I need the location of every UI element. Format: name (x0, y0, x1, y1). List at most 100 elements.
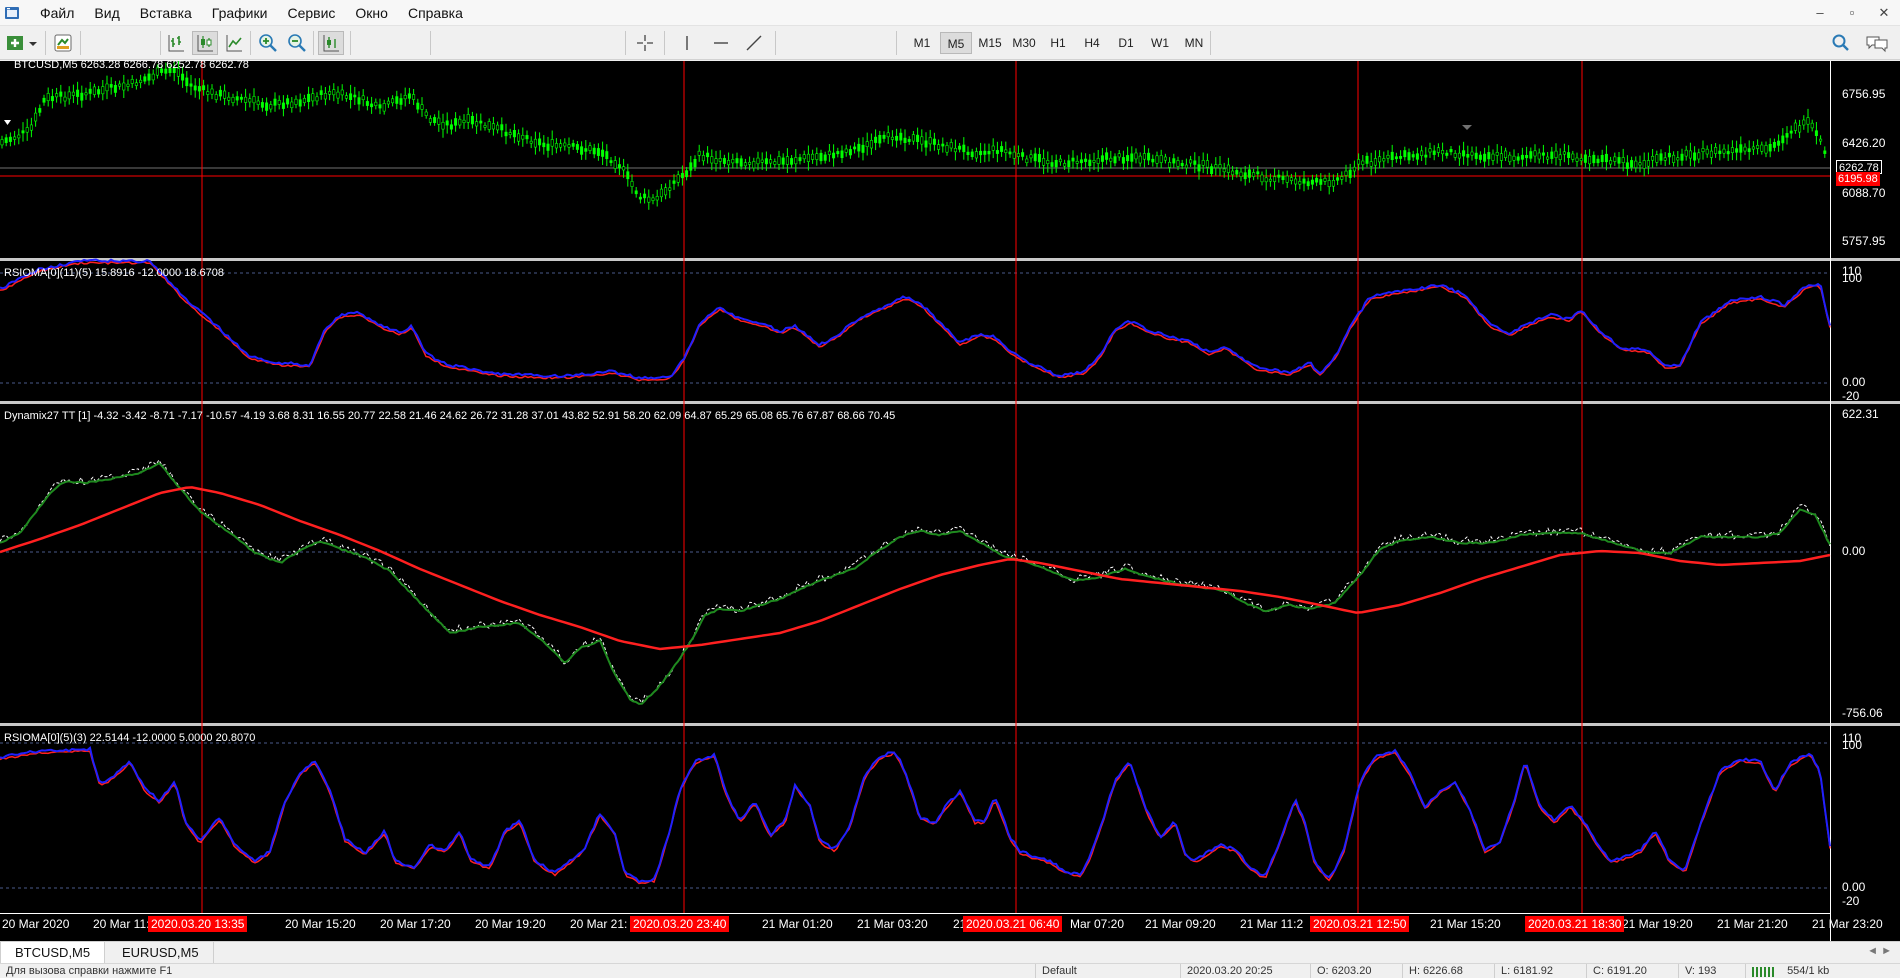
price-candle (899, 132, 903, 141)
tab-scroll-arrows[interactable]: ◄ ► (1867, 945, 1892, 957)
price-candle (386, 100, 390, 105)
price-candle (109, 84, 113, 88)
candlestick-chart-button[interactable] (192, 31, 218, 55)
menu-item[interactable]: Файл (30, 0, 84, 26)
timeframe-button-m5[interactable]: M5 (940, 32, 972, 54)
new-chart-icon (7, 36, 37, 50)
vline-time-marker[interactable]: 2020.03.20 13:35 (148, 916, 248, 932)
vline-time-marker[interactable]: 2020.03.20 23:40 (630, 916, 730, 932)
status-connection[interactable]: 554/1 kb (1745, 964, 1900, 978)
indicator-levels (0, 272, 1830, 889)
panel-separator[interactable] (0, 723, 1900, 726)
menu-item[interactable]: Сервис (277, 0, 345, 26)
price-candle (445, 120, 449, 126)
menu-item[interactable]: Справка (398, 0, 473, 26)
close-button[interactable]: ✕ (1868, 0, 1900, 26)
panel-separator[interactable] (0, 401, 1900, 404)
price-candle (584, 148, 588, 152)
price-candle (235, 96, 239, 101)
chart-tab[interactable]: BTCUSD,M5 (0, 942, 106, 964)
price-candle (743, 162, 747, 167)
price-candle (458, 118, 462, 126)
price-candle (1302, 178, 1306, 184)
price-candle (1428, 148, 1432, 153)
bar-chart-button[interactable] (163, 31, 189, 55)
price-candle (706, 152, 710, 158)
price-candle (815, 153, 819, 160)
zoom-in-button[interactable] (255, 31, 281, 55)
price-candle (781, 157, 785, 165)
price-candle (214, 94, 218, 100)
price-candle (1478, 154, 1482, 160)
price-candle (504, 131, 508, 137)
price-candle (1281, 175, 1285, 180)
panel-menu-icon[interactable] (4, 120, 11, 125)
chart-tab[interactable]: EURUSD,M5 (108, 942, 214, 964)
price-candle (521, 135, 525, 140)
minimize-button[interactable]: – (1804, 0, 1836, 26)
horizontal-line-button[interactable] (708, 31, 734, 55)
price-candle (454, 118, 458, 126)
timeframe-button-h4[interactable]: H4 (1076, 32, 1108, 54)
price-axis-label: 5757.95 (1842, 234, 1886, 248)
shift-marker-icon[interactable] (1462, 125, 1472, 130)
time-axis-label: 21 Mar 11:2 (1240, 917, 1304, 931)
chart-canvas[interactable] (0, 61, 1900, 941)
price-candle (38, 108, 42, 113)
price-candle (1592, 154, 1596, 164)
timeframe-button-h1[interactable]: H1 (1042, 32, 1074, 54)
search-button[interactable] (1828, 31, 1854, 55)
vertical-line-button[interactable] (674, 31, 700, 55)
price-candle (1210, 166, 1214, 174)
chat-button[interactable] (1864, 31, 1890, 55)
price-candle (483, 125, 487, 128)
timeframe-button-mn[interactable]: MN (1178, 32, 1210, 54)
new-chart-button[interactable] (4, 31, 40, 55)
trendline-button[interactable] (741, 31, 767, 55)
horizontal-line-icon (714, 42, 728, 44)
price-candle (294, 98, 298, 105)
price-candle (487, 121, 491, 130)
dynamix-slow-line (0, 486, 1831, 651)
timeframe-button-w1[interactable]: W1 (1144, 32, 1176, 54)
price-candle (760, 159, 764, 163)
zoom-out-button[interactable] (284, 31, 310, 55)
menu-item[interactable]: Окно (345, 0, 398, 26)
price-candle (748, 162, 752, 165)
price-candle (529, 140, 533, 144)
price-candle (672, 180, 676, 184)
vline-time-marker[interactable]: 2020.03.21 12:50 (1310, 916, 1410, 932)
crosshair-button[interactable] (632, 31, 658, 55)
line-chart-button[interactable] (221, 31, 247, 55)
price-candle (1550, 151, 1554, 159)
panel-separator[interactable] (0, 258, 1900, 261)
rsioma2-signal-line (0, 749, 1831, 885)
price-candle (1365, 155, 1369, 164)
timeframe-button-m1[interactable]: M1 (906, 32, 938, 54)
price-candle (1529, 151, 1533, 159)
price-candle (1063, 163, 1067, 167)
timeframe-button-m15[interactable]: M15 (974, 32, 1006, 54)
restore-button[interactable]: ▫ (1836, 0, 1868, 26)
price-candle (966, 151, 970, 155)
time-axis-label: 20 Mar 2020 (2, 917, 70, 931)
chart-window[interactable]: BTCUSD,M5 6263.28 6266.78 6252.78 6262.7… (0, 59, 1900, 941)
price-candle (1218, 164, 1222, 169)
price-candle (769, 159, 773, 164)
timeframe-button-d1[interactable]: D1 (1110, 32, 1142, 54)
price-candle (1617, 157, 1621, 164)
profiles-button[interactable] (50, 31, 76, 55)
menu-item[interactable]: Вид (84, 0, 129, 26)
auto-scroll-button[interactable] (318, 31, 344, 55)
vline-time-marker[interactable]: 2020.03.21 18:30 (1525, 916, 1625, 932)
menu-item[interactable]: Вставка (130, 0, 202, 26)
menu-item[interactable]: Графики (202, 0, 278, 26)
price-candle (55, 93, 59, 98)
price-candle (449, 124, 453, 130)
candlestick-icon (197, 35, 213, 52)
vline-time-marker[interactable]: 2020.03.21 06:40 (963, 916, 1063, 932)
price-candle (1701, 148, 1705, 153)
price-candle (790, 158, 794, 165)
price-candle (651, 197, 655, 201)
timeframe-button-m30[interactable]: M30 (1008, 32, 1040, 54)
